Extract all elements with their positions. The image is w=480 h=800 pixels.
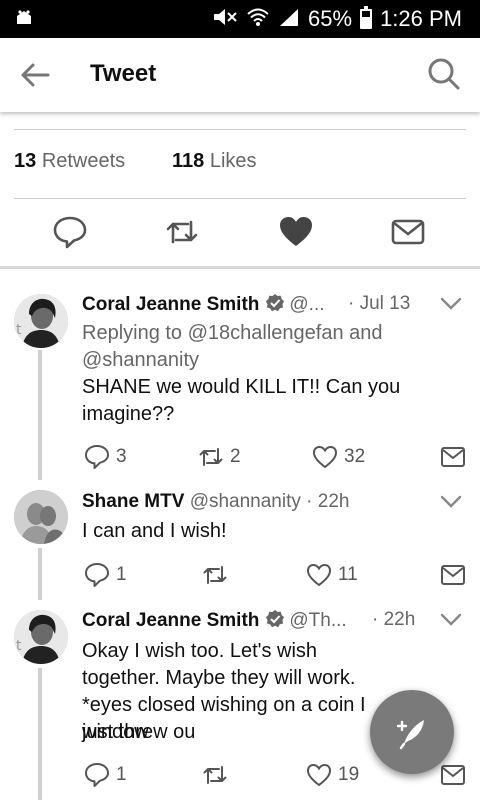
heart-icon — [312, 445, 338, 469]
tweet-action-bar — [0, 210, 480, 260]
verified-badge-icon — [265, 609, 285, 629]
tweet-actions: 3 2 32 — [0, 442, 480, 472]
reply-icon — [85, 445, 109, 469]
compose-feather-icon — [396, 720, 424, 750]
reply-button[interactable]: 1 — [84, 560, 127, 590]
retweets-label: Retweets — [41, 150, 126, 172]
page-title: Tweet — [90, 60, 157, 87]
divider — [14, 198, 466, 199]
likes-stat[interactable]: 118 Likes — [172, 150, 257, 173]
mute-icon — [212, 7, 238, 32]
reply-button[interactable]: 3 — [84, 442, 127, 472]
reply-count: 3 — [116, 446, 127, 467]
tweet-text: I can and I wish! — [82, 520, 227, 542]
author-name[interactable]: Coral Jeanne Smith — [82, 294, 259, 315]
author-handle: @... — [289, 294, 325, 315]
chevron-down-icon[interactable] — [440, 613, 462, 627]
like-count: 11 — [338, 564, 358, 585]
chevron-down-icon[interactable] — [440, 297, 462, 311]
likes-count: 118 — [172, 150, 205, 172]
svg-text:t: t — [16, 638, 22, 654]
mail-icon — [441, 565, 465, 585]
arrow-left-icon[interactable] — [18, 60, 52, 90]
retweet-icon — [203, 566, 227, 584]
battery-percent: 65% — [308, 6, 353, 31]
mail-icon — [441, 765, 465, 785]
divider — [14, 129, 466, 130]
heart-icon — [306, 563, 332, 587]
retweets-stat[interactable]: 13 Retweets — [14, 150, 125, 173]
heart-icon[interactable] — [278, 214, 314, 250]
reply-tweet[interactable]: t Coral Jeanne Smith @... · Jul 13 Replyi… — [0, 280, 480, 480]
tweet-time: · 22h — [372, 609, 416, 630]
tweet-author: Shane MTV @shannanity · 22h — [82, 491, 349, 513]
dm-button[interactable] — [440, 560, 466, 590]
mail-icon — [441, 447, 465, 467]
compose-button[interactable] — [370, 690, 454, 774]
retweet-count: 2 — [230, 446, 241, 467]
author-handle: @shannanity — [189, 491, 301, 512]
retweet-icon — [203, 766, 227, 784]
chevron-down-icon[interactable] — [440, 495, 462, 509]
author-handle: @Th... — [289, 610, 347, 631]
retweets-count: 13 — [14, 150, 37, 172]
status-bar: 65% 1:26 PM — [0, 0, 480, 38]
wifi-icon — [246, 7, 270, 32]
svg-text:t: t — [16, 322, 22, 338]
search-icon[interactable] — [426, 56, 462, 92]
mail-icon[interactable] — [390, 214, 426, 250]
retweet-icon[interactable] — [164, 214, 200, 250]
avatar[interactable] — [14, 490, 68, 544]
battery-icon — [360, 6, 373, 29]
reply-icon — [85, 563, 109, 587]
signal-icon — [278, 7, 300, 32]
tweet-author: Coral Jeanne Smith @... — [82, 293, 325, 316]
like-count: 32 — [344, 446, 366, 467]
avatar[interactable]: t — [14, 294, 68, 348]
replying-to-prefix: Replying to — [82, 322, 183, 344]
like-button[interactable]: 11 — [306, 560, 358, 590]
like-count: 19 — [338, 764, 360, 785]
dm-button[interactable] — [440, 760, 466, 790]
retweet-button[interactable] — [202, 560, 228, 590]
reply-icon[interactable] — [52, 214, 88, 250]
likes-label: Likes — [209, 150, 257, 172]
reply-count: 1 — [116, 764, 127, 785]
like-button[interactable]: 19 — [306, 760, 359, 790]
tweet-time: · Jul 13 — [348, 293, 411, 314]
android-notification-icon — [14, 8, 34, 32]
clock: 1:26 PM — [380, 6, 462, 31]
tweet-text: SHANE we would KILL IT!! Can you imagine… — [82, 376, 401, 425]
retweet-button[interactable]: 2 — [198, 442, 241, 472]
verified-badge-icon — [265, 293, 285, 313]
avatar[interactable]: t — [14, 610, 68, 664]
app-bar: Tweet — [0, 38, 480, 112]
tweet-time: · 22h — [306, 491, 350, 512]
reply-button[interactable]: 1 — [84, 760, 127, 790]
retweet-button[interactable] — [202, 760, 228, 790]
replying-to: Replying to @18challengefan and @shannan… — [82, 320, 422, 374]
heart-icon — [306, 763, 332, 787]
like-button[interactable]: 32 — [312, 442, 365, 472]
reply-tweet[interactable]: Shane MTV @shannanity · 22h I can and I … — [0, 480, 480, 600]
author-name[interactable]: Coral Jeanne Smith — [82, 610, 259, 631]
retweet-icon — [199, 448, 223, 466]
divider — [0, 266, 480, 269]
reply-count: 1 — [116, 564, 127, 585]
tweet-actions: 1 11 — [0, 560, 480, 590]
reply-icon — [85, 763, 109, 787]
author-name[interactable]: Shane MTV — [82, 491, 184, 512]
tweet-author: Coral Jeanne Smith @Th... — [82, 609, 347, 632]
dm-button[interactable] — [440, 442, 466, 472]
